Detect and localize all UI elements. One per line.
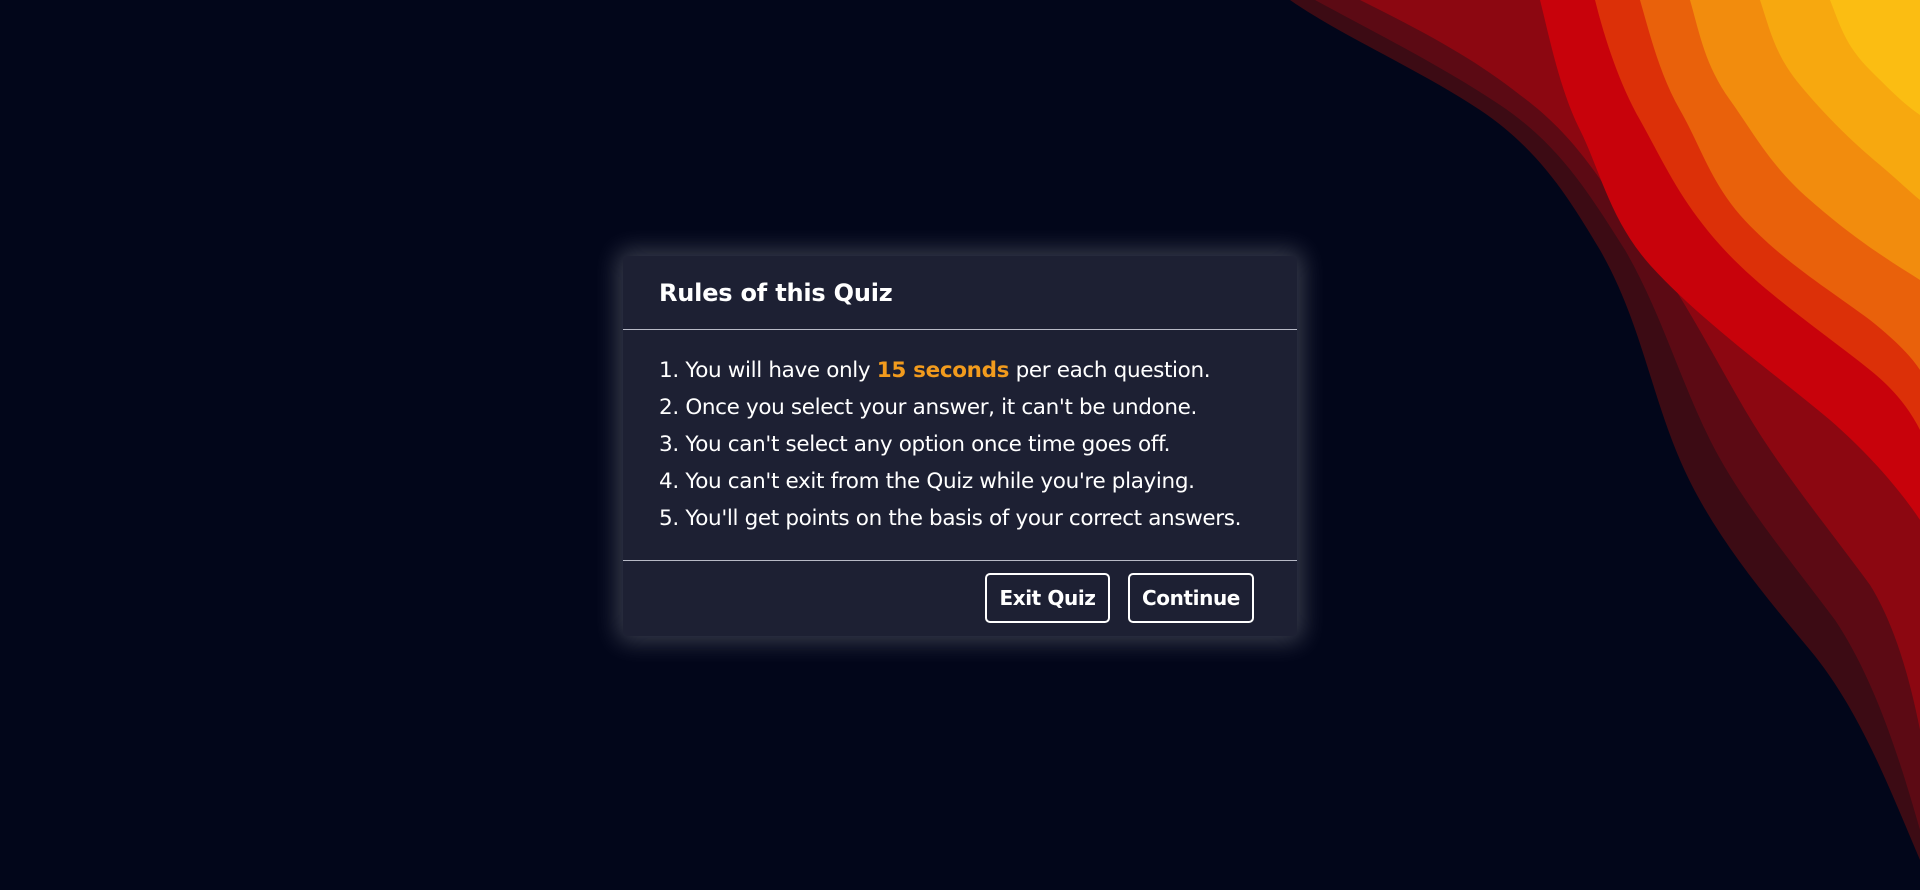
rule-item: 2. Once you select your answer, it can't…: [659, 395, 1197, 420]
rule-item: 4. You can't exit from the Quiz while yo…: [659, 469, 1195, 494]
continue-button[interactable]: Continue: [1128, 573, 1254, 623]
rules-dialog: Rules of this Quiz 1. You will have only…: [623, 256, 1297, 636]
rule-item: 5. You'll get points on the basis of you…: [659, 506, 1242, 531]
exit-quiz-button[interactable]: Exit Quiz: [985, 573, 1110, 623]
dialog-footer: Exit Quiz Continue: [623, 561, 1297, 635]
rule-item: 3. You can't select any option once time…: [659, 432, 1171, 457]
dialog-title: Rules of this Quiz: [659, 278, 893, 307]
time-limit-highlight: 15 seconds: [876, 358, 1010, 383]
rules-list: 1. You will have only 15 seconds per eac…: [623, 330, 1297, 561]
rule-item: 1. You will have only 15 seconds per eac…: [659, 358, 1211, 383]
dialog-header: Rules of this Quiz: [623, 256, 1297, 330]
